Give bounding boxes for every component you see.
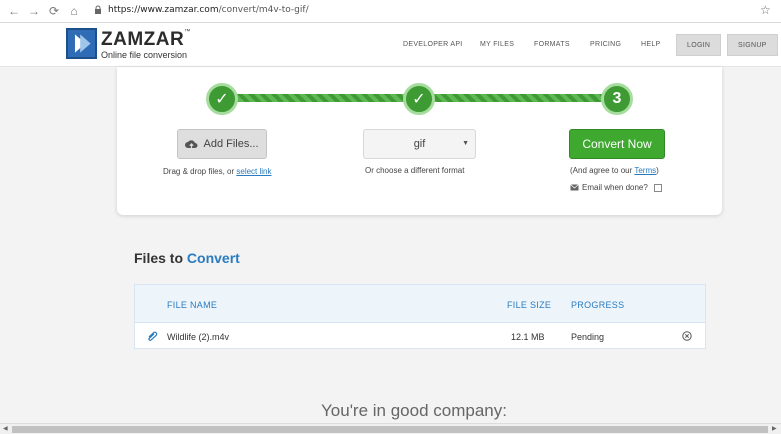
step-2-check-icon: ✓ <box>403 83 435 115</box>
column-file-size: FILE SIZE <box>507 300 552 310</box>
bookmark-star-icon[interactable]: ☆ <box>760 3 771 17</box>
brand-tagline: Online file conversion <box>101 50 188 60</box>
nav-help[interactable]: HELP <box>641 41 661 48</box>
zamzar-logo-icon[interactable] <box>66 28 97 59</box>
address-bar[interactable]: https://www.zamzar.com/convert/m4v-to-gi… <box>108 5 309 15</box>
file-progress-cell: Pending <box>571 332 605 342</box>
format-value: gif <box>413 138 426 150</box>
browser-toolbar: ← → ⟳ ⌂ https://www.zamzar.com/convert/m… <box>0 0 781 23</box>
nav-my-files[interactable]: MY FILES <box>480 41 514 48</box>
brand-name[interactable]: ZAMZAR™ <box>101 29 191 51</box>
nav-pricing[interactable]: PRICING <box>590 41 621 48</box>
file-table: FILE NAME FILE SIZE PROGRESS Wildlife (2… <box>134 284 706 349</box>
remove-file-icon[interactable] <box>682 331 692 341</box>
step-1-check-icon: ✓ <box>206 83 238 115</box>
terms-link[interactable]: Terms <box>634 166 656 175</box>
login-button[interactable]: LOGIN <box>676 34 722 56</box>
format-select[interactable]: gif ▼ <box>363 129 476 159</box>
file-name-cell: Wildlife (2).m4v <box>167 332 230 342</box>
cloud-upload-icon <box>185 139 198 149</box>
nav-formats[interactable]: FORMATS <box>534 41 570 48</box>
envelope-icon <box>570 184 579 191</box>
step-3-indicator: 3 <box>601 83 633 115</box>
add-files-label: Add Files... <box>203 138 259 150</box>
back-icon[interactable]: ← <box>6 3 22 19</box>
file-size-cell: 12.1 MB <box>511 332 545 342</box>
home-icon[interactable]: ⌂ <box>66 3 82 19</box>
format-hint: Or choose a different format <box>365 166 465 175</box>
add-files-button[interactable]: Add Files... <box>177 129 267 159</box>
email-checkbox[interactable] <box>653 183 662 192</box>
files-section-title: Files to Convert <box>134 250 240 266</box>
table-header: FILE NAME FILE SIZE PROGRESS <box>135 285 705 323</box>
email-when-done-row: Email when done? <box>570 183 662 192</box>
paperclip-icon <box>148 331 158 341</box>
good-company-heading: You're in good company: <box>321 401 507 420</box>
scroll-right-icon[interactable]: ▶ <box>772 425 777 432</box>
lock-icon <box>95 5 101 14</box>
column-file-name: FILE NAME <box>167 300 218 310</box>
caret-down-icon: ▼ <box>462 140 469 147</box>
scroll-thumb[interactable] <box>12 426 768 433</box>
site-header: ZAMZAR™ Online file conversion DEVELOPER… <box>0 23 781 67</box>
reload-icon[interactable]: ⟳ <box>46 3 62 19</box>
email-label: Email when done? <box>582 183 648 192</box>
drag-drop-hint: Drag & drop files, or select link <box>163 167 272 176</box>
scroll-left-icon[interactable]: ◀ <box>3 425 8 432</box>
convert-now-button[interactable]: Convert Now <box>569 129 665 159</box>
select-link[interactable]: select link <box>236 167 271 176</box>
column-progress: PROGRESS <box>571 300 625 310</box>
forward-icon[interactable]: → <box>26 3 42 19</box>
nav-developer-api[interactable]: DEVELOPER API <box>403 41 463 48</box>
signup-button[interactable]: SIGNUP <box>727 34 778 56</box>
horizontal-scrollbar[interactable]: ◀ ▶ <box>0 423 781 434</box>
terms-agreement: (And agree to our Terms) <box>570 166 659 175</box>
